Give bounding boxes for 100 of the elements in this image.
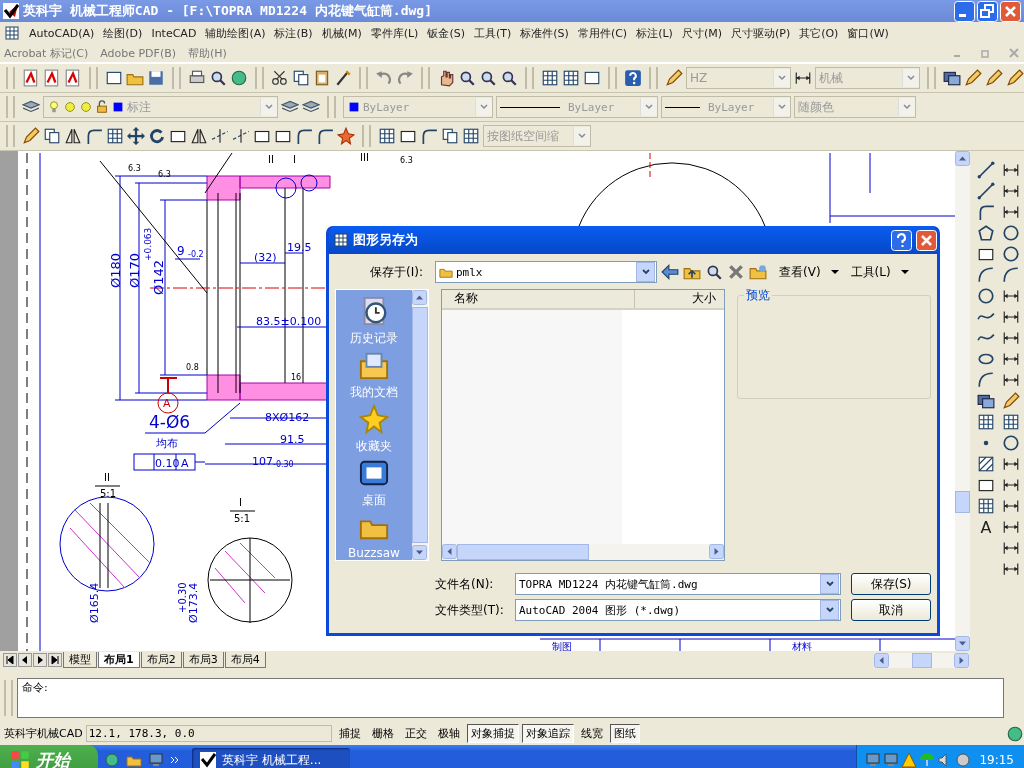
menu-item[interactable]: 机械(M) [321,25,362,41]
help-icon[interactable] [624,69,642,87]
brush-icon[interactable] [334,69,352,87]
delete-icon[interactable] [727,263,745,281]
dimension-icon[interactable] [1002,329,1020,347]
status-toggle[interactable]: 栅格 [367,724,398,743]
pdf-icon[interactable] [43,69,61,87]
back-arrow-icon[interactable] [661,263,679,281]
toolbar-handle[interactable] [89,67,98,89]
minimize-button[interactable] [954,0,975,22]
circle-icon[interactable] [1002,434,1020,452]
toolbar-handle[interactable] [362,125,371,147]
dimension-style-icon[interactable] [794,69,812,87]
chevron-down-icon[interactable] [824,579,835,589]
menu-item[interactable]: 其它(O) [799,25,839,41]
chevron-down-icon[interactable] [644,102,654,112]
toolbar-handle[interactable] [327,96,336,118]
grid-icon[interactable] [541,69,559,87]
caret-icon[interactable] [900,268,909,276]
clipboard-icon[interactable] [313,69,331,87]
chevron-down-icon[interactable] [640,267,651,277]
scroll-thumb[interactable] [911,652,932,668]
menu-item[interactable]: 尺寸(M) [681,25,722,41]
view-menu[interactable]: 查看(V) [779,263,821,281]
taskbar-task[interactable]: 英科宇 机械工程... [192,748,350,768]
cancel-button[interactable]: 取消 [851,599,931,621]
copy-icon[interactable] [292,69,310,87]
dimension-icon[interactable] [1002,539,1020,557]
pencil-icon[interactable] [985,69,1003,87]
disk-icon[interactable] [955,752,972,768]
arc-icon[interactable] [1002,266,1020,284]
layout-tab[interactable]: 模型 [63,652,97,668]
menu-item[interactable]: InteCAD [151,26,197,40]
menu-item[interactable]: 窗口(W) [847,25,889,41]
toolbar-handle[interactable] [255,67,264,89]
trim-icon[interactable] [211,127,229,145]
save-in-dropdown[interactable]: pmlx [435,261,657,283]
caret-icon[interactable] [830,268,839,276]
vertical-scrollbar[interactable] [955,151,970,651]
window-icon[interactable] [943,69,961,87]
pdf-icon[interactable] [22,69,40,87]
dimension-icon[interactable] [1002,518,1020,536]
help-button[interactable] [891,229,912,251]
menu-item[interactable]: 标注(L) [636,25,673,41]
explode-icon[interactable] [337,127,355,145]
grid-icon[interactable] [462,127,480,145]
last-tab-icon[interactable] [48,653,62,667]
prev-tab-icon[interactable] [18,653,32,667]
redo-icon[interactable] [396,69,414,87]
status-toggle[interactable]: 对象追踪 [521,724,574,743]
new-document-icon[interactable] [583,69,601,87]
status-toggle[interactable]: 捕捉 [334,724,365,743]
layout-tab[interactable]: 布局3 [182,652,224,668]
dimension-icon[interactable] [1002,560,1020,578]
more-chevron-icon[interactable] [170,755,180,765]
next-tab-icon[interactable] [33,653,47,667]
toolbar-handle[interactable] [172,67,181,89]
chevron-down-icon[interactable] [906,73,916,83]
search-icon[interactable] [705,263,723,281]
app-menu-icon[interactable] [4,25,20,41]
scroll-right-icon[interactable] [954,652,969,668]
fillet-icon[interactable] [85,127,103,145]
star-icon[interactable] [359,404,389,434]
toolbar-handle[interactable] [6,125,15,147]
chevron-down-icon[interactable] [577,131,587,141]
status-toggle[interactable]: 极轴 [433,724,464,743]
scroll-thumb[interactable] [955,491,970,513]
menu-item[interactable]: 辅助绘图(A) [205,25,266,41]
line-icon[interactable] [977,161,995,179]
scroll-down-icon[interactable] [955,636,970,651]
menu-item[interactable]: 钣金(S) [427,25,465,41]
scroll-up-icon[interactable] [412,290,427,305]
chevron-down-icon[interactable] [264,102,274,112]
scroll-left-icon[interactable] [874,652,889,668]
horizontal-scrollbar[interactable] [874,652,969,668]
pencil-icon[interactable] [1002,392,1020,410]
chevron-down-icon[interactable] [777,102,787,112]
undo-icon[interactable] [375,69,393,87]
toolbar-handle[interactable] [927,67,936,89]
menu-item[interactable]: 零件库(L) [370,25,419,41]
column-header[interactable]: 名称 [442,290,635,308]
pencil-icon[interactable] [964,69,982,87]
toolbar-handle[interactable] [6,96,15,118]
dimension-icon[interactable] [1002,308,1020,326]
file-type-dropdown[interactable]: AutoCAD 2004 图形 (*.dwg) [515,599,841,621]
save-icon[interactable] [147,69,165,87]
menu-item[interactable]: AutoCAD(A) [29,26,95,40]
grid-icon[interactable] [562,69,580,87]
line-icon[interactable] [977,182,995,200]
fillet-icon[interactable] [295,127,313,145]
grid-icon[interactable] [378,127,396,145]
warning-icon[interactable] [901,752,918,768]
text-style-icon[interactable] [665,69,683,87]
menu-item[interactable]: 标注(B) [274,25,313,41]
save-button[interactable]: 保存(S) [851,573,931,595]
scroll-left-icon[interactable] [442,544,457,559]
pencil-icon[interactable] [1006,69,1024,87]
hatch-icon[interactable] [977,455,995,473]
dimension-icon[interactable] [1002,287,1020,305]
scissors-icon[interactable] [271,69,289,87]
